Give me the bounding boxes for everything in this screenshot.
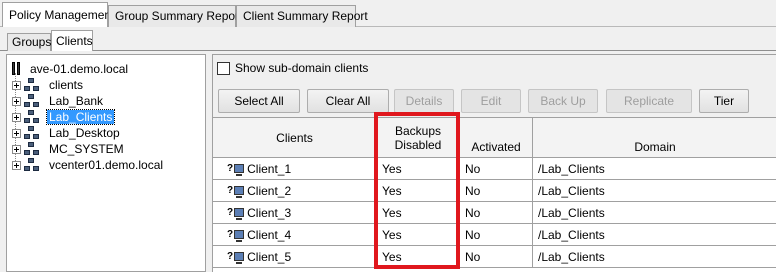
question-icon: ? [227, 163, 234, 174]
expand-icon[interactable] [12, 96, 21, 106]
question-icon: ? [227, 207, 234, 218]
client-cell: ? Client_2 [213, 180, 377, 202]
show-subdomain-label: Show sub-domain clients [235, 61, 369, 75]
domain-icon [24, 110, 44, 124]
main-tab-bar: Policy Management Group Summary Reports … [0, 0, 776, 28]
domain-cell: /Lab_Clients [533, 180, 776, 202]
client-cell: ? Client_5 [213, 246, 377, 268]
tab-policy-management[interactable]: Policy Management [2, 2, 114, 28]
edit-button[interactable]: Edit [461, 89, 521, 113]
clear-all-button[interactable]: Clear All [307, 89, 389, 113]
replicate-button[interactable]: Replicate [606, 89, 692, 113]
domain-cell: /Lab_Clients [533, 202, 776, 224]
client-cell: ? Client_4 [213, 224, 377, 246]
backups-disabled-cell: Yes [377, 158, 460, 180]
backups-disabled-cell: Yes [377, 180, 460, 202]
backups-disabled-cell: Yes [377, 224, 460, 246]
client-name: Client_5 [247, 249, 292, 264]
tree-item-label: MC_SYSTEM [49, 142, 124, 156]
tree-root[interactable]: ave-01.demo.local [12, 60, 130, 77]
tier-button[interactable]: Tier [699, 89, 749, 113]
col-backups-disabled-header[interactable]: Backups Disabled [377, 118, 460, 158]
expand-icon[interactable] [12, 112, 21, 122]
tree-item-mc-system[interactable]: MC_SYSTEM [12, 141, 126, 157]
computer-icon [234, 230, 245, 242]
col-domain-header[interactable]: Domain [533, 118, 776, 158]
show-subdomain-option[interactable]: Show sub-domain clients [217, 61, 368, 75]
tree-item-label: clients [49, 78, 84, 92]
sub-tab-bar: Groups Clients [0, 27, 776, 52]
client-cell: ? Client_1 [213, 158, 377, 180]
client-name: Client_3 [247, 205, 292, 220]
clients-panel: Show sub-domain clients Select All Clear… [212, 54, 776, 272]
backups-disabled-cell: Yes [377, 246, 460, 268]
tree-root-label: ave-01.demo.local [30, 61, 129, 76]
question-icon: ? [227, 185, 234, 196]
table-row[interactable]: ? Client_3 Yes No /Lab_Clients [213, 202, 776, 224]
domain-icon [24, 78, 44, 92]
domain-cell: /Lab_Clients [533, 224, 776, 246]
question-icon: ? [227, 229, 234, 240]
tab-clients[interactable]: Clients [51, 30, 93, 52]
domain-icon [24, 158, 44, 172]
tree-item-lab-bank[interactable]: Lab_Bank [12, 93, 105, 109]
client-name: Client_4 [247, 227, 292, 242]
computer-icon [234, 164, 245, 176]
back-up-button[interactable]: Back Up [528, 89, 598, 113]
domain-tree[interactable]: ave-01.demo.local clients Lab_Bank Lab_C… [6, 54, 206, 272]
domain-icon [24, 126, 44, 140]
domain-cell: /Lab_Clients [533, 158, 776, 180]
tree-item-lab-desktop[interactable]: Lab_Desktop [12, 125, 122, 141]
table-header: Clients Backups Disabled Activated Domai… [213, 118, 776, 158]
tree-item-vcenter01[interactable]: vcenter01.demo.local [12, 157, 165, 173]
client-name: Client_1 [247, 161, 292, 176]
main-area: ave-01.demo.local clients Lab_Bank Lab_C… [0, 51, 776, 272]
col-activated-header[interactable]: Activated [460, 118, 533, 158]
header-line: Backups [394, 124, 442, 138]
expand-icon[interactable] [12, 144, 21, 154]
table-row[interactable]: ? Client_2 Yes No /Lab_Clients [213, 180, 776, 202]
activated-cell: No [460, 246, 533, 268]
server-icon [12, 61, 25, 76]
select-all-button[interactable]: Select All [218, 89, 300, 113]
client-name: Client_2 [247, 183, 292, 198]
computer-icon [234, 252, 245, 264]
tree-item-label: vcenter01.demo.local [49, 158, 164, 172]
domain-cell: /Lab_Clients [533, 246, 776, 268]
header-line: Disabled [394, 138, 442, 152]
activated-cell: No [460, 202, 533, 224]
tree-item-label: Lab_Bank [49, 94, 104, 108]
computer-icon [234, 186, 245, 198]
tree-item-clients[interactable]: clients [12, 77, 85, 93]
tree-item-lab-clients[interactable]: Lab_Clients [12, 109, 116, 125]
show-subdomain-checkbox[interactable] [217, 61, 230, 75]
backups-disabled-cell: Yes [377, 202, 460, 224]
tab-client-summary-report[interactable]: Client Summary Report [236, 5, 368, 27]
activated-cell: No [460, 158, 533, 180]
table-row[interactable]: ? Client_5 Yes No /Lab_Clients [213, 246, 776, 268]
details-button[interactable]: Details [394, 89, 454, 113]
computer-icon [234, 208, 245, 220]
domain-icon [24, 94, 44, 108]
expand-icon[interactable] [12, 80, 21, 90]
activated-cell: No [460, 224, 533, 246]
tree-item-label: Lab_Clients [45, 109, 116, 125]
col-clients-header[interactable]: Clients [213, 118, 377, 158]
expand-icon[interactable] [12, 160, 21, 170]
clients-table: Clients Backups Disabled Activated Domai… [213, 117, 776, 272]
client-cell: ? Client_3 [213, 202, 377, 224]
tree-item-label: Lab_Desktop [49, 126, 120, 140]
table-row[interactable]: ? Client_4 Yes No /Lab_Clients [213, 224, 776, 246]
expand-icon[interactable] [12, 128, 21, 138]
domain-icon [24, 142, 44, 156]
question-icon: ? [227, 251, 234, 262]
tab-groups[interactable]: Groups [7, 33, 51, 52]
activated-cell: No [460, 180, 533, 202]
table-row[interactable]: ? Client_1 Yes No /Lab_Clients [213, 158, 776, 180]
tab-group-summary-reports[interactable]: Group Summary Reports [108, 5, 248, 27]
